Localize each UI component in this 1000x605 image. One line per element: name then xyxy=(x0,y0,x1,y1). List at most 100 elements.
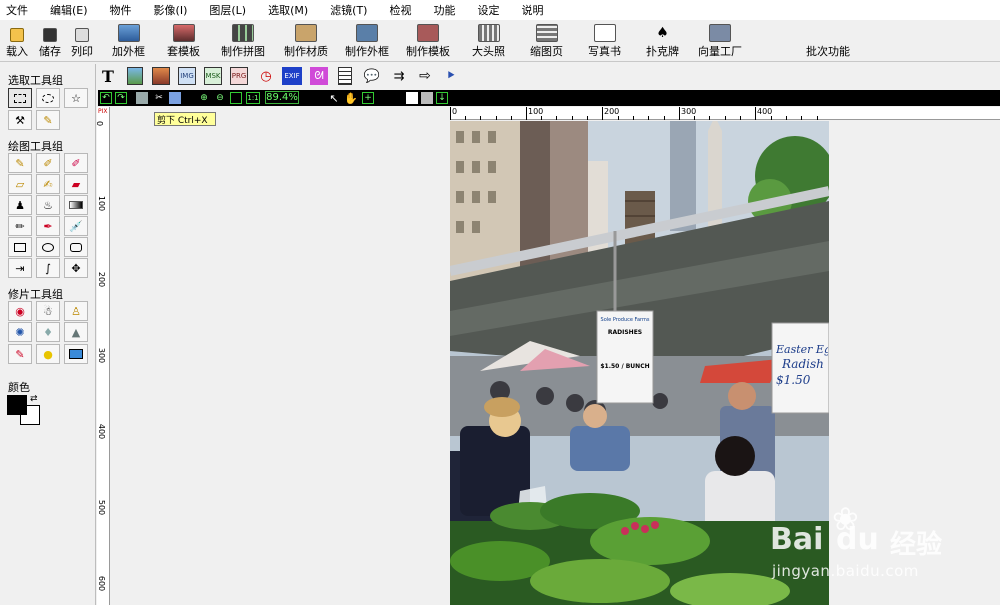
add-frame-button[interactable]: 加外框 xyxy=(112,24,145,59)
bottle-tool[interactable]: ♙ xyxy=(64,301,88,321)
make-template-button[interactable]: 制作模板 xyxy=(406,24,450,59)
pen-tool[interactable]: ✒ xyxy=(36,216,60,236)
load-button[interactable]: 载入 xyxy=(6,24,28,59)
copy-icon[interactable] xyxy=(136,92,148,104)
eraser-tool[interactable]: ▱ xyxy=(8,174,32,194)
undo-icon[interactable]: ↶ xyxy=(100,92,112,104)
thumbnail-page-button[interactable]: 缩图页 xyxy=(530,24,563,59)
menu-view[interactable]: 检视 xyxy=(389,2,411,18)
airbrush-tool[interactable]: ✐ xyxy=(36,153,60,173)
menu-settings[interactable]: 设定 xyxy=(477,2,499,18)
hand-icon[interactable]: ✋ xyxy=(344,92,358,105)
menu-select[interactable]: 选取(M) xyxy=(268,2,308,18)
clone-tool[interactable]: ✍ xyxy=(36,174,60,194)
ellipse-tool[interactable] xyxy=(36,237,60,257)
down-icon[interactable]: ↓ xyxy=(436,92,448,104)
poker-button[interactable]: ♠ 扑克牌 xyxy=(646,24,679,59)
line-arrows-icon[interactable]: ⇉ xyxy=(390,67,408,85)
menu-help[interactable]: 说明 xyxy=(521,2,543,18)
cut-icon[interactable]: ✂ xyxy=(153,92,165,104)
move-tool[interactable]: ✥ xyxy=(64,258,88,278)
fill-tool[interactable]: ♨ xyxy=(36,195,60,215)
program-object-icon[interactable]: PRG xyxy=(230,67,248,85)
rect-select-tool[interactable] xyxy=(8,88,32,108)
red-eraser-tool[interactable]: ▰ xyxy=(64,174,88,194)
menu-object[interactable]: 物件 xyxy=(110,2,132,18)
menu-filter[interactable]: 滤镜(T) xyxy=(330,2,367,18)
brush-select-tool[interactable]: ✎ xyxy=(36,110,60,130)
ellipse-select-tool[interactable] xyxy=(36,88,60,108)
menu-function[interactable]: 功能 xyxy=(433,2,455,18)
zoom-in-icon[interactable]: ⊕ xyxy=(198,92,210,104)
photobook-button[interactable]: 写真书 xyxy=(588,24,621,59)
sharpen-tool[interactable]: ▲ xyxy=(64,322,88,342)
arrow-shape-icon[interactable]: ⇨ xyxy=(416,67,434,85)
menu-layer[interactable]: 图层(L) xyxy=(209,2,246,18)
exif-icon[interactable]: EXIF xyxy=(282,67,302,85)
text-tool-icon[interactable]: T xyxy=(100,67,116,86)
brush-tool[interactable]: ✎ xyxy=(8,153,32,173)
calendar-icon[interactable] xyxy=(338,67,352,85)
frame-object-icon[interactable] xyxy=(152,67,170,85)
batch-button[interactable]: 批次功能 xyxy=(806,24,850,59)
rectangle-tool[interactable] xyxy=(8,237,32,257)
gray-bg-icon[interactable] xyxy=(421,92,433,104)
stamp-tool[interactable]: ♟ xyxy=(8,195,32,215)
print-button[interactable]: 列印 xyxy=(71,24,93,59)
image-object-icon[interactable] xyxy=(127,67,143,85)
bighead-button[interactable]: 大头照 xyxy=(472,24,505,59)
paste-icon[interactable] xyxy=(169,92,181,104)
redo-icon[interactable]: ↷ xyxy=(115,92,127,104)
template-icon xyxy=(172,24,195,42)
magic-wand-tool[interactable]: ⚒ xyxy=(8,110,32,130)
sign-right-line3: $1.50 xyxy=(776,373,811,387)
cut-tooltip: 剪下 Ctrl+X xyxy=(154,112,216,126)
brush-icon: ✎ xyxy=(15,156,25,170)
vector-button[interactable]: 向量工厂 xyxy=(698,24,742,59)
stamp-icon: ♟ xyxy=(15,198,25,212)
template-button[interactable]: 套模板 xyxy=(167,24,200,59)
actual-size-icon[interactable]: 1:1 xyxy=(246,92,260,104)
lasso-select-tool[interactable]: ☆ xyxy=(64,88,88,108)
rectangle-icon xyxy=(14,242,26,252)
menu-image[interactable]: 影像(I) xyxy=(154,2,188,18)
img-object-icon[interactable]: IMG xyxy=(178,67,196,85)
curve-tool[interactable]: ∫ xyxy=(36,258,60,278)
pixel-unit-badge[interactable]: PIX xyxy=(98,108,108,115)
sign-right-line2: Radish xyxy=(782,357,824,371)
color-brush-tool[interactable]: ✐ xyxy=(64,153,88,173)
pointer-icon[interactable]: ↖ xyxy=(328,92,340,105)
book-icon xyxy=(593,24,616,42)
foreground-color-swatch[interactable] xyxy=(7,395,27,415)
speech-bubble-icon[interactable]: 💬 xyxy=(362,67,382,85)
gradient-tool[interactable] xyxy=(64,195,88,215)
menu-edit[interactable]: 编辑(E) xyxy=(50,2,88,18)
people-tool[interactable]: ☃ xyxy=(36,301,60,321)
make-frame-button[interactable]: 制作外框 xyxy=(345,24,389,59)
material-button[interactable]: 制作材质 xyxy=(284,24,328,59)
mask-object-icon[interactable]: MSK xyxy=(204,67,222,85)
spot-heal-tool[interactable]: ✺ xyxy=(8,322,32,342)
clock-icon[interactable]: ◷ xyxy=(258,67,274,85)
collage-button[interactable]: 制作拼图 xyxy=(221,24,265,59)
zoom-level: 89.4% xyxy=(265,91,299,104)
blur-tool[interactable]: ♦ xyxy=(36,322,60,342)
zoom-out-icon[interactable]: ⊖ xyxy=(214,92,226,104)
lightbulb-tool[interactable]: ● xyxy=(36,344,60,364)
eyedropper-tool[interactable]: 💉 xyxy=(64,216,88,236)
crop-icon[interactable]: + xyxy=(362,92,374,104)
cake-icon[interactable]: ᘛ xyxy=(310,67,328,85)
swap-colors-icon[interactable]: ⇄ xyxy=(30,394,38,404)
save-button[interactable]: 储存 xyxy=(39,24,61,59)
menu-file[interactable]: 文件 xyxy=(6,2,28,18)
line-tool[interactable]: ⇥ xyxy=(8,258,32,278)
magic-wand-icon: ⚒ xyxy=(15,113,25,127)
white-bg-icon[interactable] xyxy=(406,92,418,104)
rounded-rect-tool[interactable] xyxy=(64,237,88,257)
fit-window-icon[interactable] xyxy=(230,92,242,104)
stamp-icon[interactable]: ⯈ xyxy=(442,67,460,85)
screen-tool[interactable] xyxy=(64,344,88,364)
lipstick-tool[interactable]: ✎ xyxy=(8,344,32,364)
red-eye-tool[interactable]: ◉ xyxy=(8,301,32,321)
pencil-tool[interactable]: ✏ xyxy=(8,216,32,236)
